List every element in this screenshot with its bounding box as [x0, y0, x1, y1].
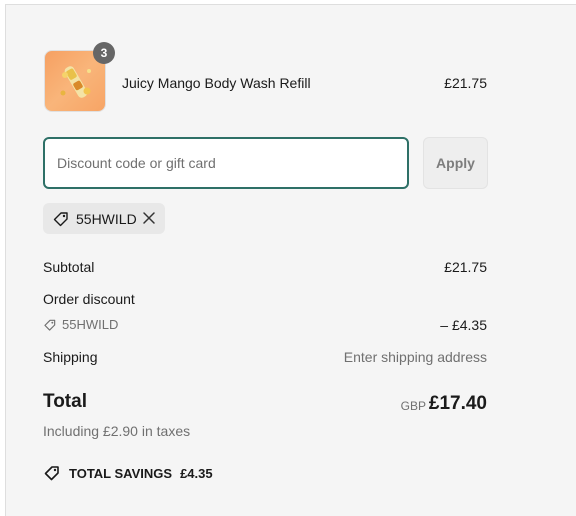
- discount-code-input[interactable]: [43, 137, 409, 189]
- tag-icon: [53, 211, 68, 226]
- subtotal-value: £21.75: [444, 259, 487, 275]
- order-discount-code-text: 55HWILD: [62, 317, 119, 332]
- close-icon[interactable]: [142, 211, 156, 225]
- product-name: Juicy Mango Body Wash Refill: [122, 75, 311, 91]
- shipping-label: Shipping: [43, 349, 98, 365]
- order-summary-panel: 3 Juicy Mango Body Wash Refill £21.75 Ap…: [5, 4, 576, 516]
- savings-value: £4.35: [180, 465, 213, 481]
- shipping-value: Enter shipping address: [343, 349, 487, 365]
- tag-icon: [44, 466, 59, 481]
- total-currency: GBP: [400, 399, 426, 413]
- subtotal-label: Subtotal: [43, 259, 95, 275]
- total-amount: £17.40: [428, 393, 487, 414]
- total-label: Total: [43, 391, 87, 412]
- total-savings: TOTAL SAVINGS £4.35: [43, 464, 213, 482]
- quantity-badge: 3: [93, 42, 115, 64]
- tag-icon: [44, 319, 56, 331]
- order-discount-code: 55HWILD: [43, 317, 118, 332]
- applied-discount-chip: 55HWILD: [43, 203, 165, 234]
- order-discount-label: Order discount: [43, 291, 135, 307]
- order-discount-value: – £4.35: [440, 317, 487, 333]
- savings-label: TOTAL SAVINGS: [69, 465, 173, 481]
- tax-note: Including £2.90 in taxes: [43, 423, 191, 439]
- product-price: £21.75: [444, 75, 487, 91]
- applied-code-label: 55HWILD: [76, 210, 137, 227]
- apply-discount-button[interactable]: Apply: [423, 137, 488, 189]
